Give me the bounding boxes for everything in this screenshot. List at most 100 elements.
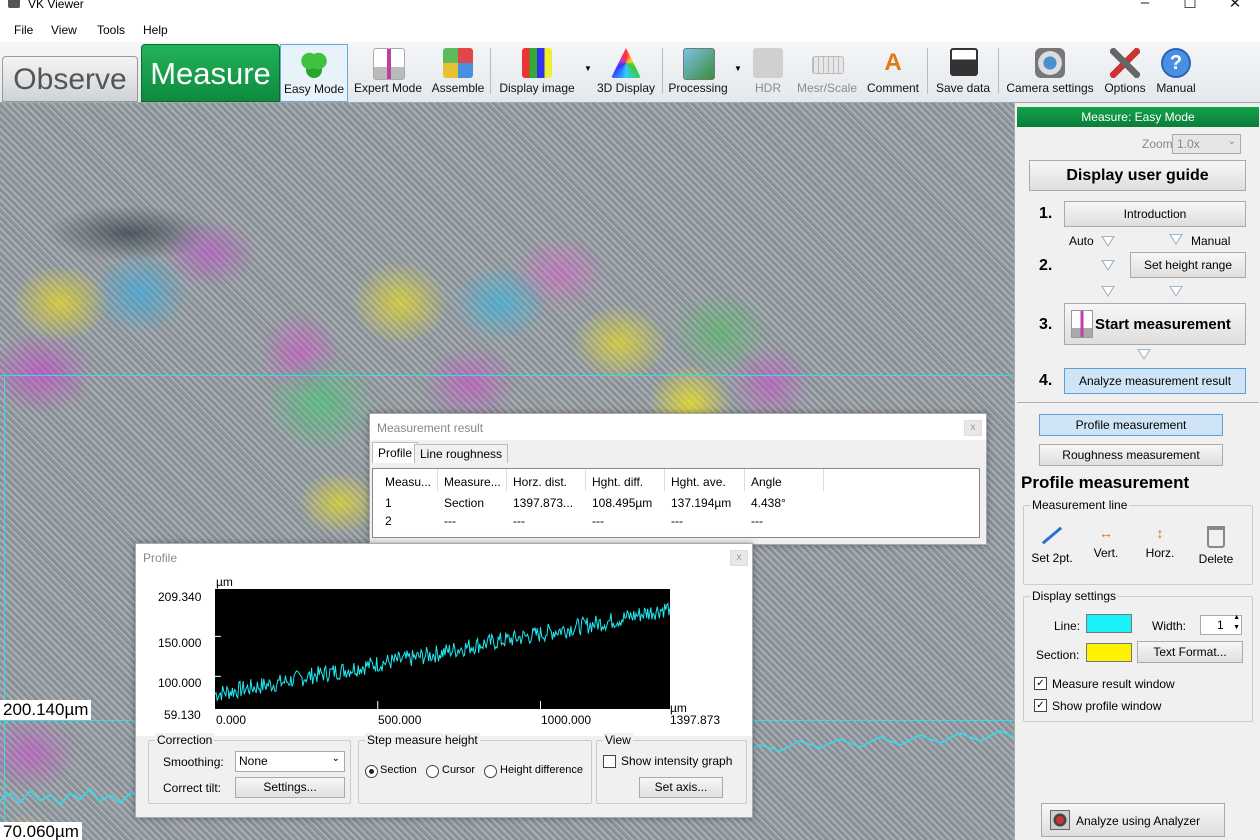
zoom-select[interactable]: 1.0x ⌄ (1172, 134, 1241, 154)
toolbar: Observe Measure Easy Mode Expert Mode As… (0, 42, 1260, 103)
processing-dropdown-icon[interactable]: ▼ (734, 64, 742, 73)
column-header[interactable]: Hght. diff. (592, 475, 662, 489)
column-header[interactable]: Angle (751, 475, 811, 489)
table-row[interactable]: 1 Section 1397.873... 108.495µm 137.194µ… (373, 496, 979, 512)
manual-label: Manual (1191, 234, 1231, 248)
camera-settings-button[interactable]: Camera settings (1003, 44, 1097, 100)
delete-button[interactable]: Delete (1192, 524, 1240, 568)
analyze-using-analyzer-button[interactable]: Analyze using Analyzer (1041, 803, 1225, 837)
column-header[interactable]: Measure... (444, 475, 504, 489)
processing-button[interactable]: Processing (667, 44, 729, 100)
height-difference-radio[interactable] (484, 765, 497, 778)
start-measurement-button[interactable]: Start measurement (1064, 303, 1246, 345)
options-button[interactable]: Options (1100, 44, 1150, 100)
toolbar-separator (662, 48, 663, 94)
correction-label: Correction (155, 733, 215, 747)
table-cell: --- (671, 514, 683, 528)
hdr-label: HDR (755, 81, 781, 95)
result-table-header: Measu... Measure... Horz. dist. Hght. di… (373, 469, 979, 491)
save-data-button[interactable]: Save data (932, 44, 994, 100)
maximize-icon[interactable]: ☐ (1167, 0, 1213, 14)
table-cell: --- (444, 514, 456, 528)
app-icon (8, 0, 20, 8)
table-cell: 108.495µm (592, 496, 653, 510)
minimize-icon[interactable]: – (1122, 0, 1168, 14)
3d-display-button[interactable]: 3D Display (595, 44, 657, 100)
width-spinner[interactable]: 1 ▲ ▼ (1200, 614, 1242, 635)
display-image-button[interactable]: Display image (495, 44, 579, 100)
settings-button[interactable]: Settings... (235, 777, 345, 798)
column-header[interactable]: Hght. ave. (671, 475, 741, 489)
set-height-range-button[interactable]: Set height range (1130, 252, 1246, 278)
measure-result-window-checkbox[interactable]: ✓ (1034, 677, 1047, 690)
easy-mode-button[interactable]: Easy Mode (280, 44, 348, 102)
cursor-radio[interactable] (426, 765, 439, 778)
menu-view[interactable]: View (51, 23, 77, 37)
step-measure-height-group: Step measure height Section Cursor Heigh… (358, 733, 592, 804)
measurement-line-left[interactable] (4, 375, 5, 840)
horz-label: Horz. (1145, 546, 1175, 560)
show-intensity-checkbox[interactable] (603, 755, 616, 768)
mesr-scale-button[interactable]: Mesr/Scale (795, 44, 859, 100)
analyze-measurement-result-button[interactable]: Analyze measurement result (1064, 368, 1246, 394)
line-color-swatch[interactable] (1086, 614, 1132, 633)
introduction-button[interactable]: Introduction (1064, 201, 1246, 227)
auto-label: Auto (1069, 234, 1094, 248)
set-axis-button[interactable]: Set axis... (639, 777, 723, 798)
set-2pt-button[interactable]: Set 2pt. (1028, 524, 1076, 568)
tools-icon (1110, 48, 1140, 78)
comment-label: Comment (866, 81, 919, 95)
menu-help[interactable]: Help (143, 23, 168, 37)
section-radio[interactable] (365, 765, 378, 778)
close-icon[interactable]: ✕ (1212, 0, 1258, 14)
expert-mode-button[interactable]: Expert Mode (350, 44, 426, 100)
profile-plot[interactable] (215, 589, 670, 709)
x-tick-label: 0.000 (216, 713, 247, 727)
spin-up-icon[interactable]: ▲ (1233, 614, 1240, 621)
arrow-down-icon (1169, 234, 1183, 245)
analyze-using-analyzer-label: Analyze using Analyzer (1076, 814, 1201, 828)
section-color-swatch[interactable] (1086, 643, 1132, 662)
manual-label: Manual (1156, 81, 1196, 95)
3d-display-icon (611, 48, 641, 78)
profile-titlebar: Profile (136, 544, 752, 570)
width-label: Width: (1152, 619, 1187, 633)
measure-tab[interactable]: Measure (141, 44, 280, 102)
tab-profile[interactable]: Profile (372, 442, 419, 463)
show-profile-window-checkbox[interactable]: ✓ (1034, 699, 1047, 712)
tab-line-roughness[interactable]: Line roughness (414, 444, 509, 463)
assemble-label: Assemble (431, 81, 485, 95)
measurement-line-top[interactable] (0, 375, 1014, 376)
smoothing-value: None (239, 754, 268, 768)
panel-header: Measure: Easy Mode (1017, 107, 1259, 127)
profile-close-button[interactable]: x (730, 550, 748, 566)
manual-button[interactable]: ? Manual (1152, 44, 1200, 100)
observe-tab[interactable]: Observe (2, 56, 138, 102)
profile-measurement-button[interactable]: Profile measurement (1039, 414, 1223, 436)
menu-file[interactable]: File (14, 23, 33, 37)
table-cell: 4.438° (751, 496, 786, 510)
menu-tools[interactable]: Tools (97, 23, 125, 37)
spin-down-icon[interactable]: ▼ (1233, 624, 1240, 631)
smoothing-select[interactable]: None ⌄ (235, 751, 345, 772)
horizontal-line-button[interactable]: ↕ Horz. (1136, 524, 1184, 568)
column-header[interactable]: Measu... (385, 475, 433, 489)
display-image-dropdown-icon[interactable]: ▼ (584, 64, 592, 73)
section-radio-label: Section (380, 764, 417, 776)
measurement-result-close-button[interactable]: x (964, 420, 982, 436)
image-profile-overlay (740, 730, 1014, 754)
display-user-guide-button[interactable]: Display user guide (1029, 160, 1246, 191)
vertical-line-button[interactable]: ↔ Vert. (1082, 524, 1130, 568)
hdr-button[interactable]: HDR (745, 44, 791, 100)
assemble-button[interactable]: Assemble (430, 44, 486, 100)
arrow-down-icon (1137, 349, 1151, 360)
text-format-button[interactable]: Text Format... (1137, 641, 1243, 663)
table-cell: --- (592, 514, 604, 528)
x-tick-label: 1000.000 (541, 713, 592, 727)
roughness-measurement-button[interactable]: Roughness measurement (1039, 444, 1223, 466)
comment-button[interactable]: A Comment (863, 44, 923, 100)
comment-icon: A (884, 49, 902, 76)
table-row[interactable]: 2 --- --- --- --- --- (373, 514, 979, 530)
window-title: VK Viewer (28, 0, 84, 11)
column-header[interactable]: Horz. dist. (513, 475, 583, 489)
